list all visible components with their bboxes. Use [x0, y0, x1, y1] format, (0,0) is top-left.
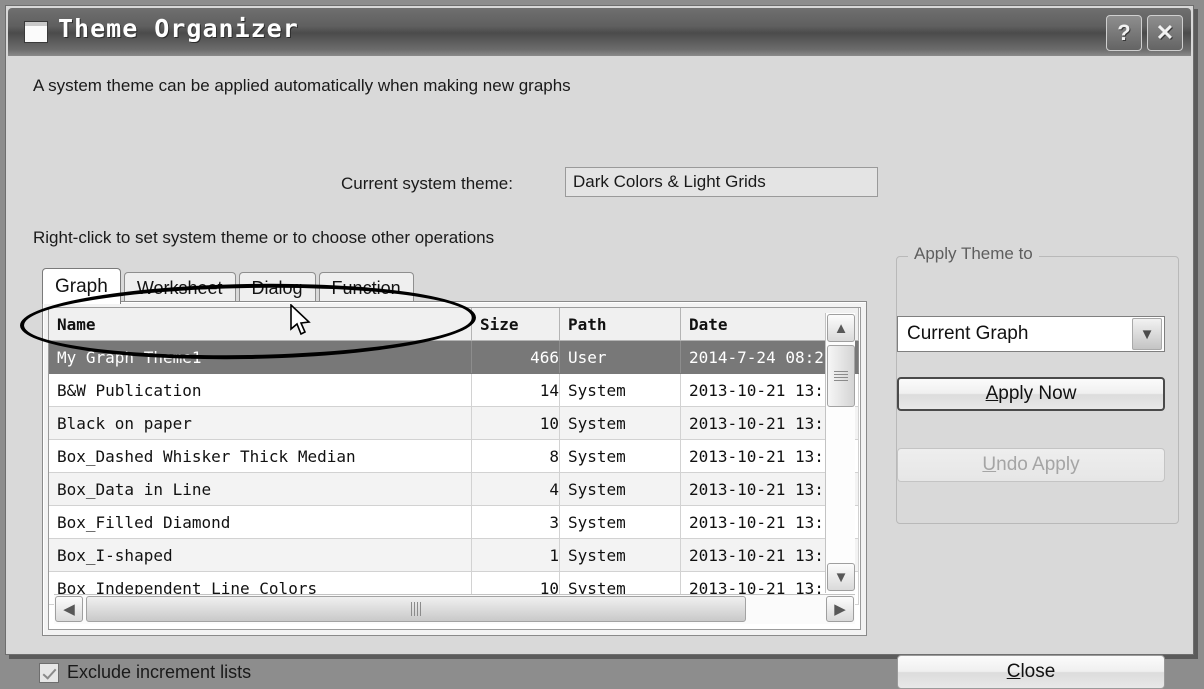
scroll-grip-icon [834, 370, 848, 382]
scroll-grip-icon [410, 602, 422, 616]
cell-path: System [559, 406, 681, 440]
exclude-increment-lists-label: Exclude increment lists [67, 662, 252, 682]
tab-function[interactable]: Function [318, 272, 414, 304]
help-icon[interactable]: ? [1106, 15, 1142, 51]
scroll-up-icon[interactable]: ▲ [827, 314, 855, 342]
tab-worksheet[interactable]: Worksheet [123, 272, 236, 304]
apply-target-dropdown[interactable]: Current Graph ▼ [897, 316, 1165, 352]
exclude-increment-lists-checkbox[interactable]: Exclude increment lists [39, 662, 251, 683]
window-icon [24, 21, 48, 43]
title-bar-buttons: ? ✕ [1106, 15, 1183, 51]
table-row[interactable]: Box_I-shaped 1 System 2013-10-21 13: [49, 538, 859, 572]
horizontal-scrollbar[interactable]: ◀ ▶ [54, 594, 855, 624]
right-click-hint: Right-click to set system theme or to ch… [33, 228, 495, 247]
checkbox-checked-icon [39, 662, 59, 683]
column-header-size[interactable]: Size [471, 308, 560, 341]
cell-size: 466 [471, 340, 560, 374]
cell-name: Box_Dashed Whisker Thick Median [49, 439, 472, 473]
apply-theme-group-title: Apply Theme to [908, 244, 1039, 264]
table-row[interactable]: B&W Publication 14 System 2013-10-21 13: [49, 373, 859, 407]
undo-apply-button[interactable]: Undo Apply [897, 448, 1165, 482]
chevron-down-icon[interactable]: ▼ [1132, 318, 1162, 350]
cell-path: System [559, 505, 681, 539]
vertical-scrollbar[interactable]: ▲ ▼ [825, 313, 855, 593]
cell-name: My Graph Theme1 [49, 340, 472, 374]
horizontal-scroll-thumb[interactable] [86, 596, 746, 622]
cell-path: System [559, 472, 681, 506]
undo-apply-label: Undo Apply [982, 454, 1080, 475]
theme-organizer-window: Theme Organizer ? ✕ A system theme can b… [5, 5, 1194, 689]
tab-dialog[interactable]: Dialog [238, 272, 316, 304]
apply-target-value: Current Graph [907, 323, 1029, 344]
dialog-client-area: A system theme can be applied automatica… [8, 56, 1191, 689]
cell-name: Black on paper [49, 406, 472, 440]
cell-path: System [559, 373, 681, 407]
close-button-label: Close [1006, 661, 1056, 682]
table-row[interactable]: Black on paper 10 System 2013-10-21 13: [49, 406, 859, 440]
intro-text: A system theme can be applied automatica… [33, 76, 571, 95]
apply-now-button[interactable]: Apply Now [897, 377, 1165, 411]
cell-name: B&W Publication [49, 373, 472, 407]
close-button[interactable]: Close [897, 655, 1165, 689]
cell-size: 1 [471, 538, 560, 572]
apply-now-label: Apply Now [985, 383, 1077, 404]
theme-list[interactable]: Name Size Path Date My Graph Theme1 466 … [48, 307, 861, 630]
table-row[interactable]: My Graph Theme1 466 User 2014-7-24 08:2 [49, 340, 859, 374]
table-row[interactable]: Box_Filled Diamond 3 System 2013-10-21 1… [49, 505, 859, 539]
window-title: Theme Organizer [58, 14, 299, 43]
theme-table: Name Size Path Date My Graph Theme1 466 … [49, 308, 859, 605]
cell-name: Box_Filled Diamond [49, 505, 472, 539]
cell-name: Box_Data in Line [49, 472, 472, 506]
scroll-down-icon[interactable]: ▼ [827, 563, 855, 591]
cell-size: 3 [471, 505, 560, 539]
cell-size: 10 [471, 406, 560, 440]
current-theme-value: Dark Colors & Light Grids [565, 167, 878, 197]
close-icon[interactable]: ✕ [1147, 15, 1183, 51]
table-row[interactable]: Box_Dashed Whisker Thick Median 8 System… [49, 439, 859, 473]
title-bar: Theme Organizer ? ✕ [8, 8, 1191, 56]
tab-graph[interactable]: Graph [42, 268, 121, 304]
cell-path: System [559, 439, 681, 473]
table-row[interactable]: Box_Data in Line 4 System 2013-10-21 13: [49, 472, 859, 506]
cell-size: 14 [471, 373, 560, 407]
cell-name: Box_I-shaped [49, 538, 472, 572]
cell-size: 8 [471, 439, 560, 473]
current-theme-label: Current system theme: [341, 174, 513, 193]
theme-list-panel: Name Size Path Date My Graph Theme1 466 … [42, 301, 867, 636]
scroll-left-icon[interactable]: ◀ [55, 596, 83, 622]
tab-bar: Graph Worksheet Dialog Function [42, 268, 417, 304]
vertical-scroll-thumb[interactable] [827, 345, 855, 407]
cell-path: System [559, 538, 681, 572]
column-header-name[interactable]: Name [49, 308, 472, 341]
cell-path: User [559, 340, 681, 374]
cell-size: 4 [471, 472, 560, 506]
column-header-path[interactable]: Path [559, 308, 681, 341]
scroll-right-icon[interactable]: ▶ [826, 596, 854, 622]
table-header-row: Name Size Path Date [49, 308, 859, 341]
